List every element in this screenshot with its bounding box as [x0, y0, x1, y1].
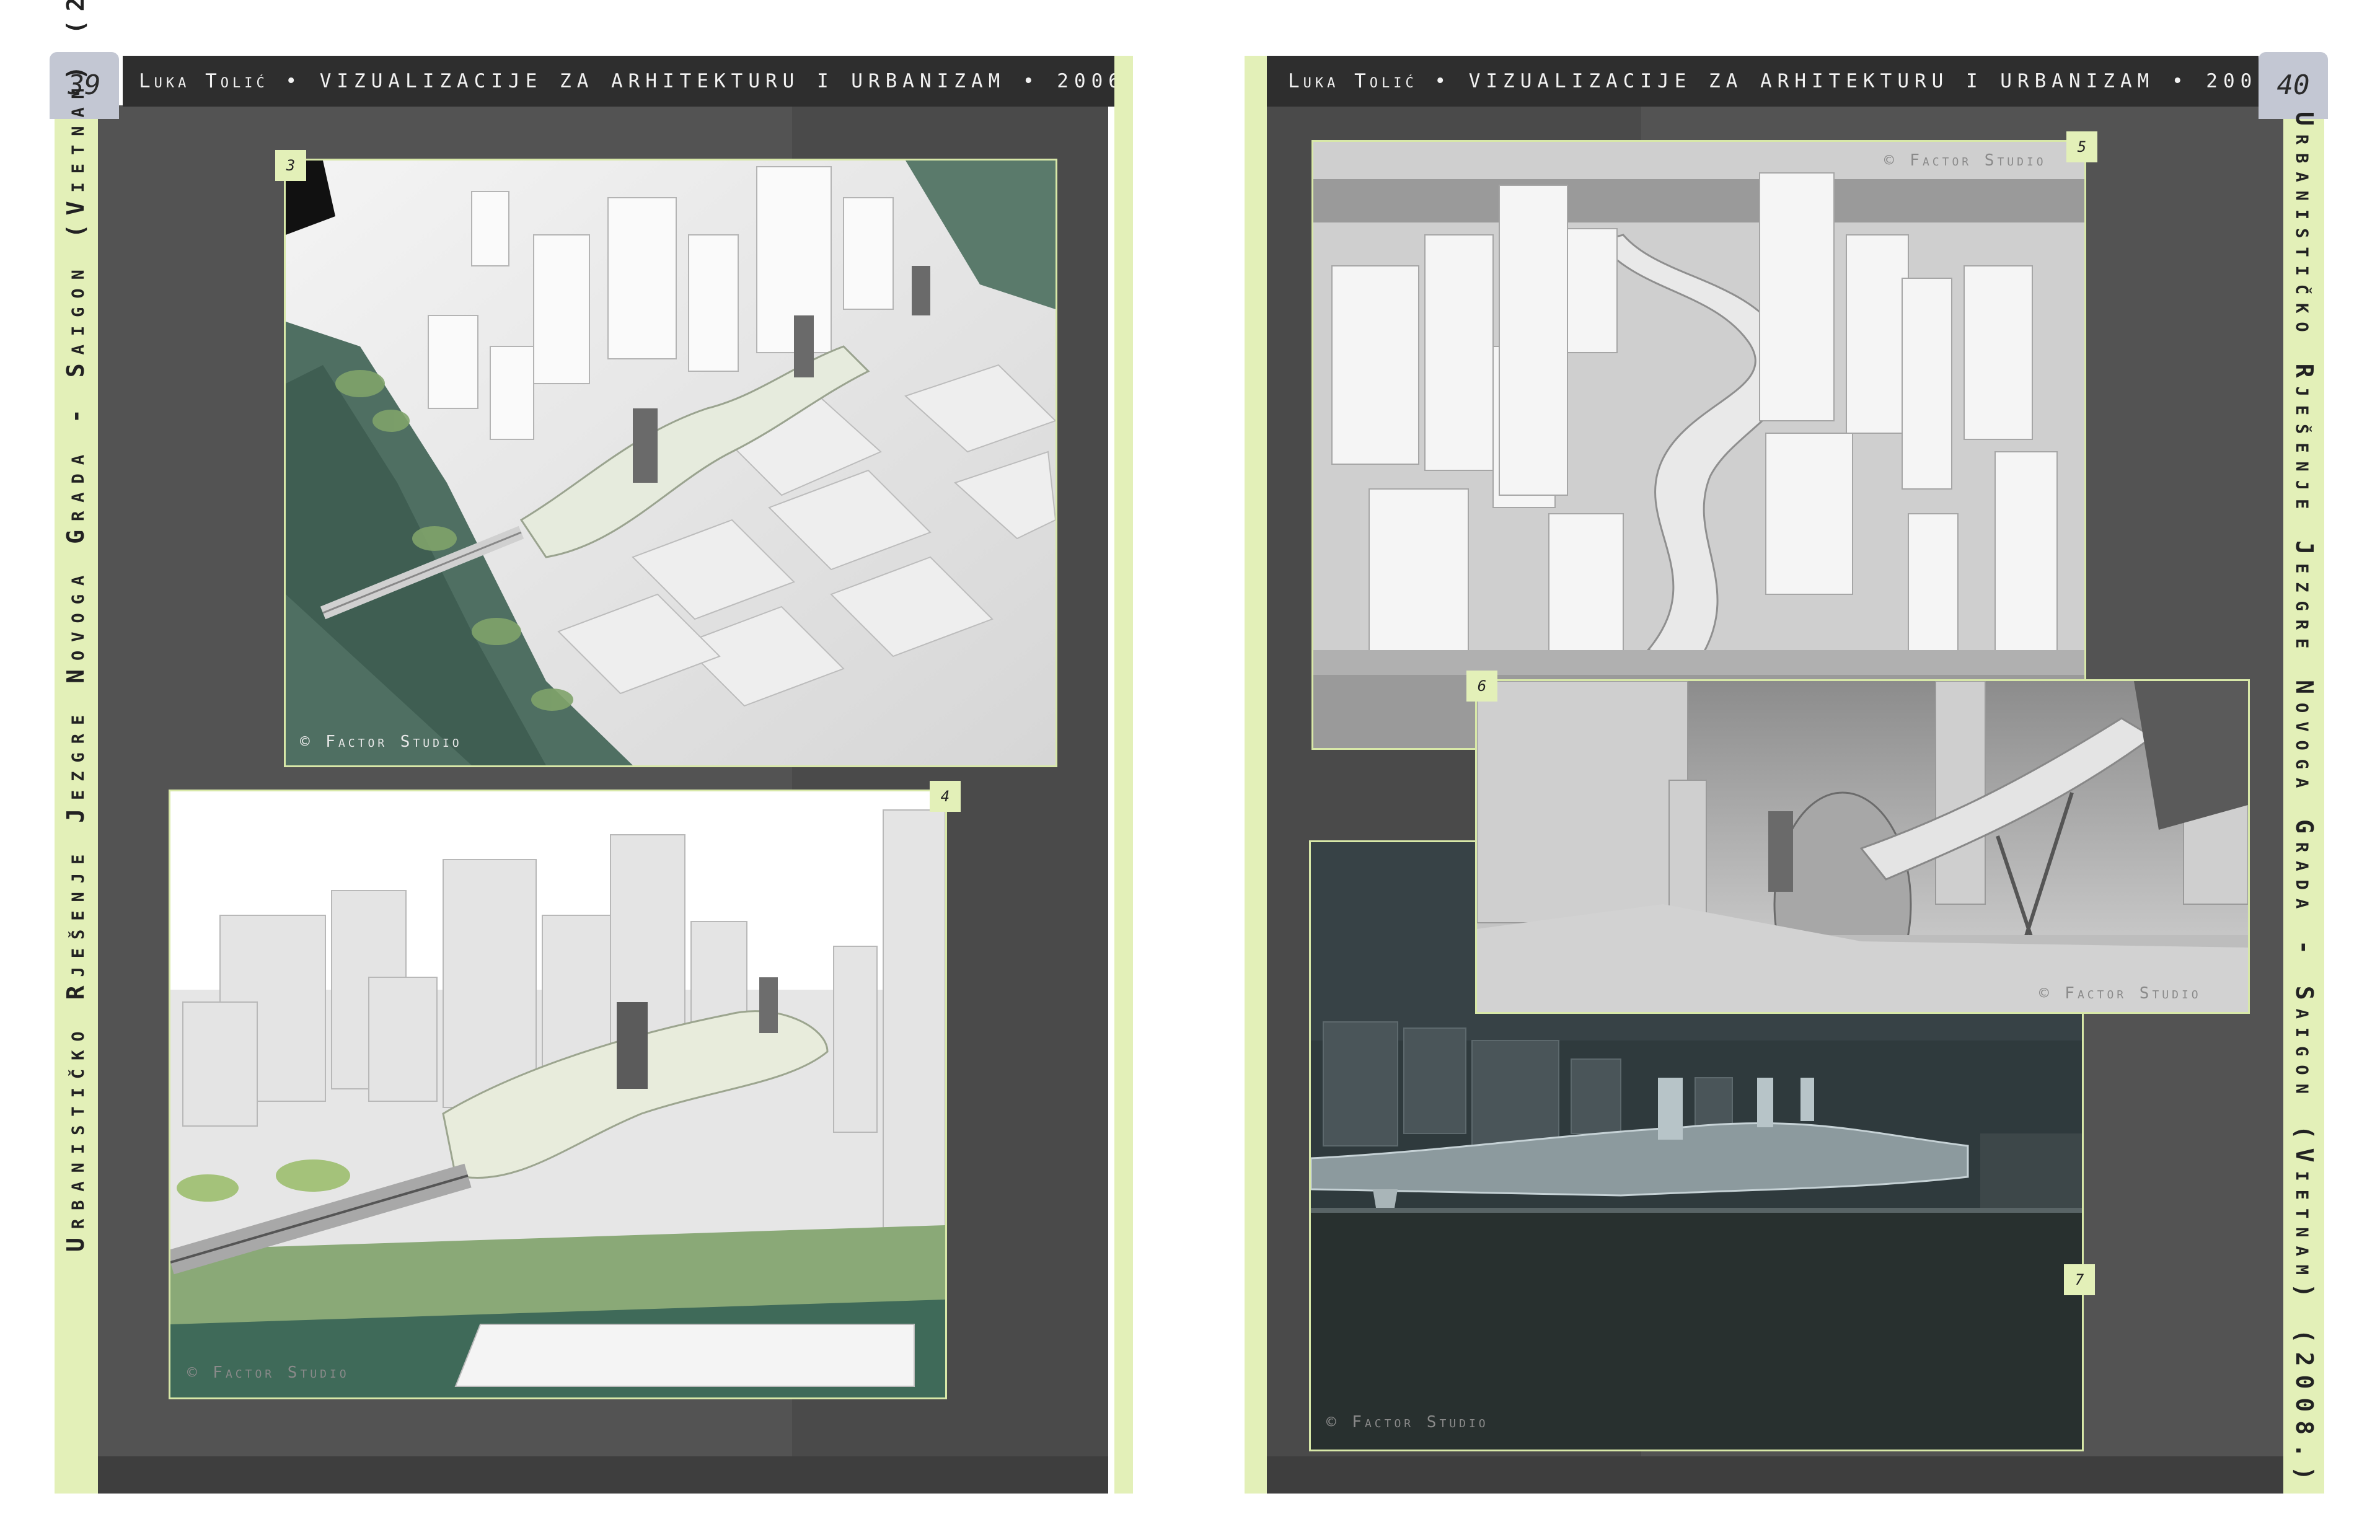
copyright-3: © Factor Studio: [300, 733, 462, 751]
render-top-view: [1311, 140, 2086, 750]
copyright-7: © Factor Studio: [1326, 1413, 1489, 1432]
image-badge-7: 7: [2064, 1264, 2095, 1295]
image-badge-5: 5: [2066, 131, 2097, 162]
left-header-bar: Luka Tolić • VIZUALIZACIJE ZA ARHITEKTUR…: [123, 56, 1114, 107]
image-badge-6: 6: [1466, 671, 1497, 702]
vertical-title: Urbanističko Rješenje Jezgre Novoga Grad…: [62, 0, 89, 1252]
page-number-right: 40: [2259, 52, 2328, 119]
header-years: 2006-08.: [1057, 70, 1114, 92]
header-title: VIZUALIZACIJE ZA ARHITEKTURU I URBANIZAM: [319, 70, 1006, 92]
render-ground-level-view: [1475, 679, 2250, 1014]
copyright-4: © Factor Studio: [187, 1363, 350, 1382]
right-header-bar: Luka Tolić • VIZUALIZACIJE ZA ARHITEKTUR…: [1267, 56, 2259, 107]
copyright-6: © Factor Studio: [2039, 984, 2202, 1003]
image-badge-3: 3: [275, 150, 306, 181]
header-author: Luka Tolić: [139, 70, 268, 92]
image-badge-4: 4: [930, 781, 961, 812]
render-perspective-riverfront: [169, 790, 947, 1399]
vertical-title-right: Urbanističko Rješenje Jezgre Novoga Grad…: [2291, 112, 2318, 1489]
render-aerial-riverfront: [284, 159, 1057, 767]
copyright-5: © Factor Studio: [1884, 151, 2047, 170]
